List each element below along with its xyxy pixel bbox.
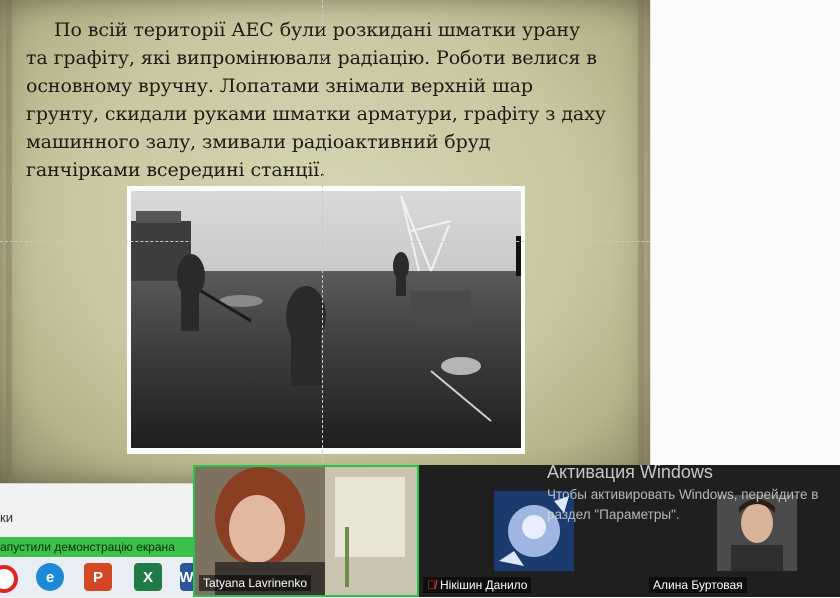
slide-line-4: грунту, скидали руками шматки арматури, … [26,103,606,125]
participant-name: Алина Буртовая [649,577,747,593]
windows-taskbar: e P X W [0,558,194,597]
slide-line-3: основному вручну. Лопатами знімали верхн… [26,75,533,97]
slide-line-6: ганчірками всередині станції. [26,159,326,181]
edge-icon[interactable]: e [36,563,64,591]
participant-tile-active[interactable]: Tatyana Lavrinenko [193,465,419,597]
chernobyl-cleanup-photo [131,191,521,448]
right-blank-pane [650,0,840,465]
opera-icon[interactable] [0,565,18,593]
slide-line-1: По всій території АЕС були розкидані шма… [54,19,581,41]
participant-name-row: 🎙̸ Нікішин Данило [423,577,532,593]
windows-activation-watermark: Активация Windows Чтобы активировать Win… [547,462,840,525]
participant-name: Tatyana Lavrinenko [199,575,312,591]
activation-body: Чтобы активировать Windows, перейдите в … [547,487,819,522]
muted-mic-icon: 🎙̸ [427,578,436,592]
window-tab-label[interactable]: ки [0,510,13,525]
slide-line-2: та графіту, які випромінювали радіацію. … [26,47,597,69]
vertical-guide-line [322,0,323,483]
powerpoint-icon[interactable]: P [84,563,112,591]
slide-line-5: машинного залу, змивали радіоактивний бр… [26,131,491,153]
slide-text: По всій території АЕС були розкидані шма… [26,16,641,184]
word-icon[interactable]: W [179,563,194,591]
screen-share-banner[interactable]: апустили демонстрацію екрана [0,537,193,557]
participant-name: Нікішин Данило [440,578,528,592]
slide-photo [127,186,525,454]
excel-icon[interactable]: X [134,563,162,591]
activation-title: Активация Windows [547,462,713,482]
